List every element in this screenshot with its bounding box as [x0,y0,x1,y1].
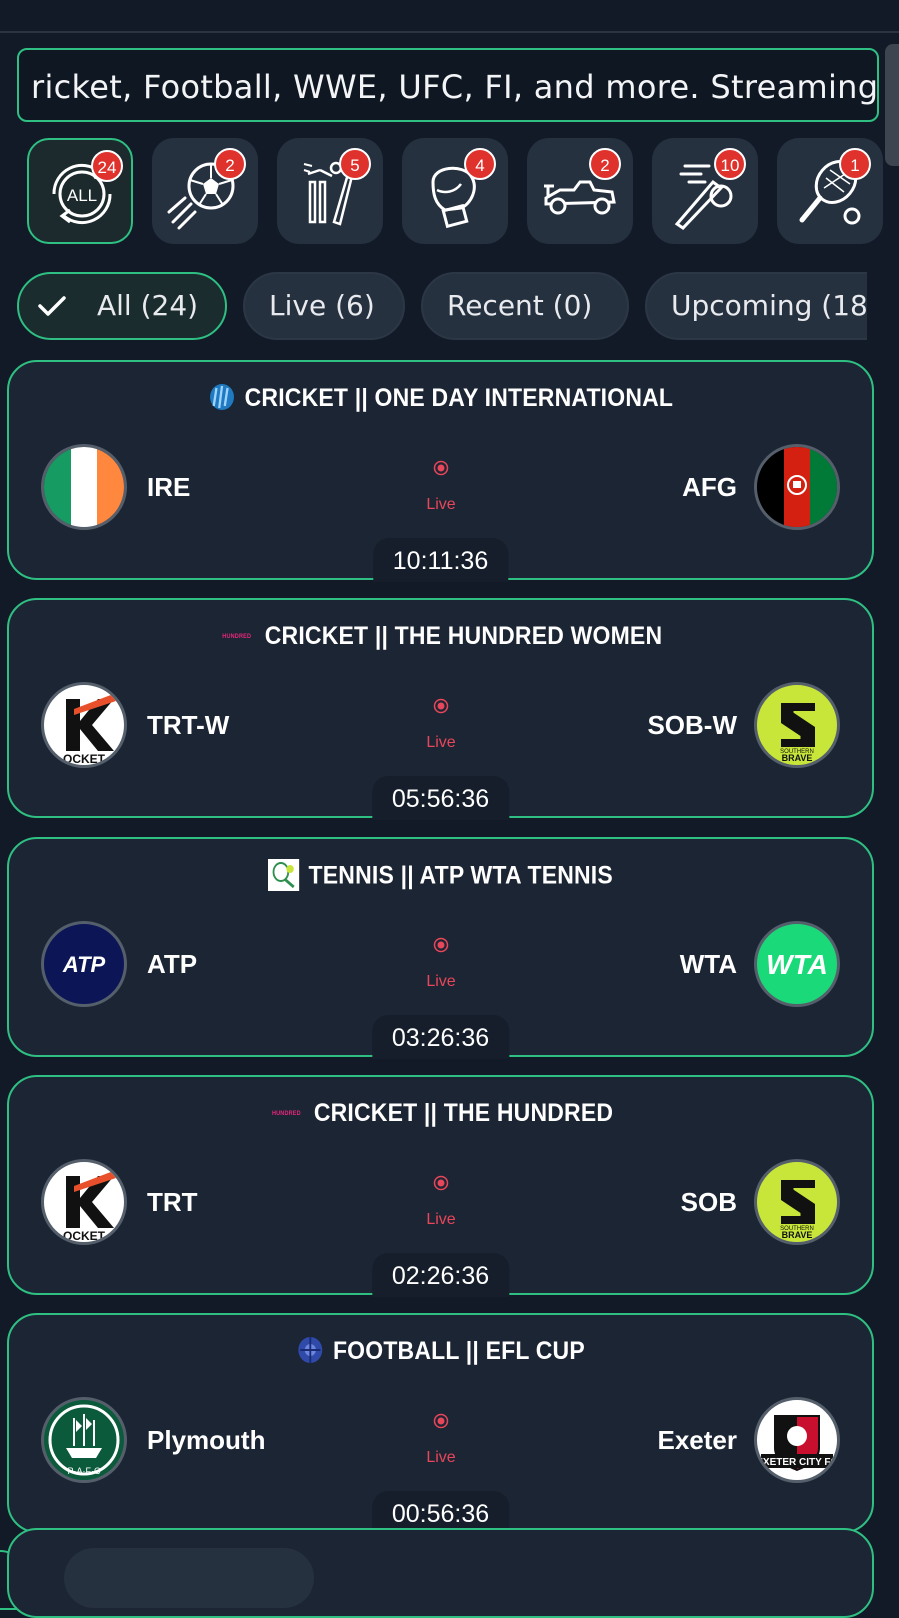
sport-button-cricket[interactable]: 5 [277,138,383,244]
home-team-name: Plymouth [147,1425,266,1455]
icc-logo-icon [209,384,234,411]
match-card[interactable]: HUNDRED CRICKET || THE HUNDRED WOMEN OCK… [7,598,874,820]
match-card[interactable]: TENNIS || ATP WTA TENNIS ATP ATP Live WT… [7,837,874,1059]
sport-count-badge: 2 [214,148,246,180]
sport-count-badge: 10 [714,148,746,180]
live-status: Live [426,496,456,513]
efl-logo-icon [297,1337,322,1364]
filter-live[interactable]: Live (6) [243,272,405,340]
filter-tabs: All (24) Live (6) Recent (0) Upcoming (1… [17,272,867,342]
svg-text:OCKET: OCKET [63,752,106,765]
svg-text:HUNDRED: HUNDRED [272,1111,301,1117]
away-team-name: SOB-W [647,710,737,740]
team-logo-southern-brave: SOUTHERN BRAVE [754,1159,840,1245]
team-logo-atp: ATP [41,921,127,1007]
away-team-name: SOB [680,1187,737,1217]
live-indicator-icon [433,698,449,714]
svg-text:WTA: WTA [766,949,828,980]
live-indicator-icon [433,1175,449,1191]
sport-count-badge: 4 [464,148,496,180]
match-title: FOOTBALL || EFL CUP [332,1337,585,1365]
header-divider [0,31,899,33]
match-card[interactable]: FOOTBALL || EFL CUP P·A·F·C Plymouth Liv… [7,1313,874,1535]
sport-button-boxing[interactable]: 4 [402,138,508,244]
sport-count-badge: 5 [339,148,371,180]
live-indicator-icon [433,460,449,476]
sport-button-football[interactable]: 2 [152,138,258,244]
filter-recent[interactable]: Recent (0) [421,272,629,340]
hundred-logo-icon: HUNDRED [223,634,252,640]
team-logo-afghanistan [754,444,840,530]
filter-label: All (24) [97,289,199,322]
live-indicator-icon [433,1413,449,1429]
live-status: Live [426,973,456,990]
sport-count-badge: 1 [839,148,871,180]
svg-text:BRAVE: BRAVE [782,1230,813,1240]
match-timer: 03:26:36 [371,1015,510,1059]
match-timer: 05:56:36 [371,776,510,820]
home-team-name: ATP [147,949,198,979]
sport-button-all[interactable]: ALL 24 [27,138,133,244]
hundred-logo-icon: HUNDRED [272,1111,301,1117]
card-header-pill [64,1548,314,1608]
match-card[interactable]: CRICKET || ONE DAY INTERNATIONAL IRE Liv… [7,360,874,582]
home-team-name: TRT-W [147,710,230,740]
away-team-name: Exeter [657,1425,738,1455]
sport-count-badge: 2 [589,148,621,180]
match-title: CRICKET || THE HUNDRED [313,1099,614,1127]
filter-all[interactable]: All (24) [17,272,227,340]
sport-button-formula1[interactable]: 2 [527,138,633,244]
svg-text:P·A·F·C: P·A·F·C [68,1466,101,1476]
live-status: Live [426,1449,456,1466]
team-logo-plymouth: P·A·F·C [41,1397,127,1483]
svg-text:HUNDRED: HUNDRED [223,634,252,640]
sport-button-baseball[interactable]: 10 [652,138,758,244]
match-title: CRICKET || THE HUNDRED WOMEN [264,622,663,650]
filter-label: Upcoming (18) [671,289,867,322]
live-status: Live [426,734,456,751]
team-logo-exeter: EXETER CITY FC [754,1397,840,1483]
home-team-name: TRT [147,1187,198,1217]
match-title: TENNIS || ATP WTA TENNIS [308,861,613,890]
filter-label: Live (6) [269,289,375,322]
check-icon [38,296,66,316]
away-team-name: AFG [682,472,737,502]
match-timer: 02:26:36 [371,1253,510,1297]
filter-label: Recent (0) [447,289,593,322]
team-logo-ireland [41,444,127,530]
svg-text:OCKET: OCKET [63,1229,106,1242]
svg-text:BRAVE: BRAVE [782,753,813,763]
scrollbar-thumb[interactable] [885,44,899,166]
announcement-marquee: ricket, Football, WWE, UFC, FI, and more… [17,48,879,122]
svg-text:EXETER CITY FC: EXETER CITY FC [757,1457,837,1468]
away-team-name: WTA [679,949,737,979]
match-card-partial[interactable] [7,1528,874,1618]
marquee-text: ricket, Football, WWE, UFC, FI, and more… [31,68,879,106]
live-indicator-icon [433,937,449,953]
team-logo-southern-brave: SOUTHERN BRAVE [754,682,840,768]
live-status: Live [426,1211,456,1228]
sport-count-badge: 24 [91,150,123,182]
tennis-logo-icon [268,859,300,891]
svg-text:ALL: ALL [67,186,97,205]
svg-text:ATP: ATP [62,952,106,977]
filter-upcoming[interactable]: Upcoming (18) [645,272,867,340]
team-logo-wta: WTA [754,921,840,1007]
team-logo-trent-rockets: OCKET [41,1159,127,1245]
sport-category-row: ALL 24 2 5 4 2 10 1 [27,138,883,246]
team-logo-trent-rockets: OCKET [41,682,127,768]
sport-button-tennis[interactable]: 1 [777,138,883,244]
match-card[interactable]: HUNDRED CRICKET || THE HUNDRED OCKET TRT… [7,1075,874,1297]
match-title: CRICKET || ONE DAY INTERNATIONAL [244,384,674,412]
match-timer: 10:11:36 [372,538,509,582]
home-team-name: IRE [147,472,191,502]
